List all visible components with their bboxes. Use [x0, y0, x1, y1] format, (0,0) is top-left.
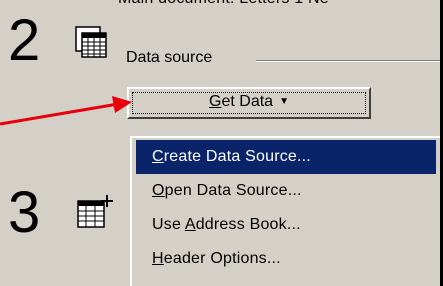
get-data-dropdown-menu: Create Data Source... Open Data Source..… [130, 136, 440, 286]
data-sheet-icon [75, 26, 107, 58]
data-source-label: Data source [126, 49, 213, 66]
menu-item-create-data-source[interactable]: Create Data Source... [136, 140, 436, 174]
get-data-label: Get Data ▼ [209, 93, 289, 110]
mail-merge-panel: Main document: Letters 1 Ne 2 Data sourc… [0, 0, 440, 286]
menu-item-use-address-book[interactable]: Use Address Book... [136, 208, 436, 242]
merge-sheet-icon [77, 195, 113, 228]
section-divider [256, 60, 440, 62]
get-data-button[interactable]: Get Data ▼ [127, 87, 371, 119]
step-2-number: 2 [8, 8, 41, 73]
main-document-caption: Main document: Letters 1 Ne [118, 0, 329, 8]
menu-item-open-data-source[interactable]: Open Data Source... [136, 174, 436, 208]
dropdown-caret-icon: ▼ [279, 96, 289, 107]
menu-item-header-options[interactable]: Header Options... [136, 242, 436, 276]
step-3-number: 3 [8, 180, 41, 245]
